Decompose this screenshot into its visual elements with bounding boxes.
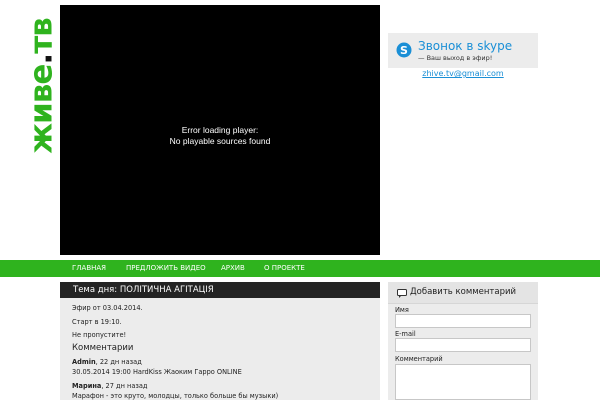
nav-item-suggest-video[interactable]: Предложить видео: [126, 260, 206, 277]
main-nav: Главная Предложить видео Архив О проекте: [0, 260, 600, 277]
email-input[interactable]: [395, 338, 531, 352]
logo-word: живе: [23, 64, 60, 154]
email-label: E-mail: [395, 330, 416, 338]
player-error-line2: No playable sources found: [169, 136, 271, 146]
skype-icon: S: [396, 42, 412, 58]
skype-subtitle: — Ваш выход в эфир!: [418, 54, 493, 62]
nav-item-archive[interactable]: Архив: [221, 260, 245, 277]
comment-textarea[interactable]: [395, 364, 531, 400]
comment-bubble-icon: [397, 289, 407, 298]
video-player[interactable]: Error loading player: No playable source…: [60, 5, 380, 255]
logo-text: живе.тв: [23, 18, 60, 154]
comment-label: Комментарий: [395, 355, 443, 363]
player-error-line1: Error loading player:: [181, 125, 259, 135]
add-comment-header: Добавить комментарий: [388, 282, 538, 304]
skype-call-box[interactable]: S Звонок в skype — Ваш выход в эфир!: [388, 33, 538, 68]
nav-item-home[interactable]: Главная: [72, 260, 106, 277]
reminder-text: Не пропустите!: [72, 331, 127, 339]
topic-title: Тема дня: ПОЛІТИЧНА АГІТАЦІЯ: [60, 282, 380, 298]
add-comment-title: Добавить комментарий: [410, 287, 517, 297]
comment-date: , 22 дн назад: [95, 358, 142, 366]
name-label: Имя: [395, 306, 409, 314]
comment-date: , 27 дн назад: [101, 382, 148, 390]
email-link[interactable]: zhive.tv@gmail.com: [388, 69, 538, 78]
air-date: Эфир от 03.04.2014.: [72, 304, 143, 312]
comments-heading: Комментарии: [72, 343, 134, 353]
comment-text: Марафон - это круто, молодцы, только бол…: [72, 392, 279, 400]
skype-title: Звонок в skype: [418, 39, 513, 53]
add-comment-panel: Добавить комментарий Имя E-mail Коммента…: [388, 282, 538, 400]
comment-text: 30.05.2014 19:00 HardKiss Жаоким Гарро O…: [72, 368, 242, 376]
topic-panel: Тема дня: ПОЛІТИЧНА АГІТАЦІЯ Эфир от 03.…: [60, 282, 380, 400]
player-error-message: Error loading player: No playable source…: [60, 125, 380, 147]
comment-meta: Марина, 27 дн назад: [72, 382, 147, 390]
svg-text:S: S: [400, 44, 408, 57]
comment-meta: Admin, 22 дн назад: [72, 358, 142, 366]
nav-item-about[interactable]: О проекте: [264, 260, 305, 277]
comment-author: Admin: [72, 358, 96, 366]
start-time: Старт в 19:10.: [72, 318, 122, 326]
comment-author: Марина: [72, 382, 102, 390]
logo-suffix: тв: [23, 18, 60, 54]
site-logo[interactable]: живе.тв: [24, 18, 60, 154]
name-input[interactable]: [395, 314, 531, 328]
page: живе.тв Error loading player: No playabl…: [0, 0, 600, 400]
logo-dot: .: [23, 53, 60, 65]
